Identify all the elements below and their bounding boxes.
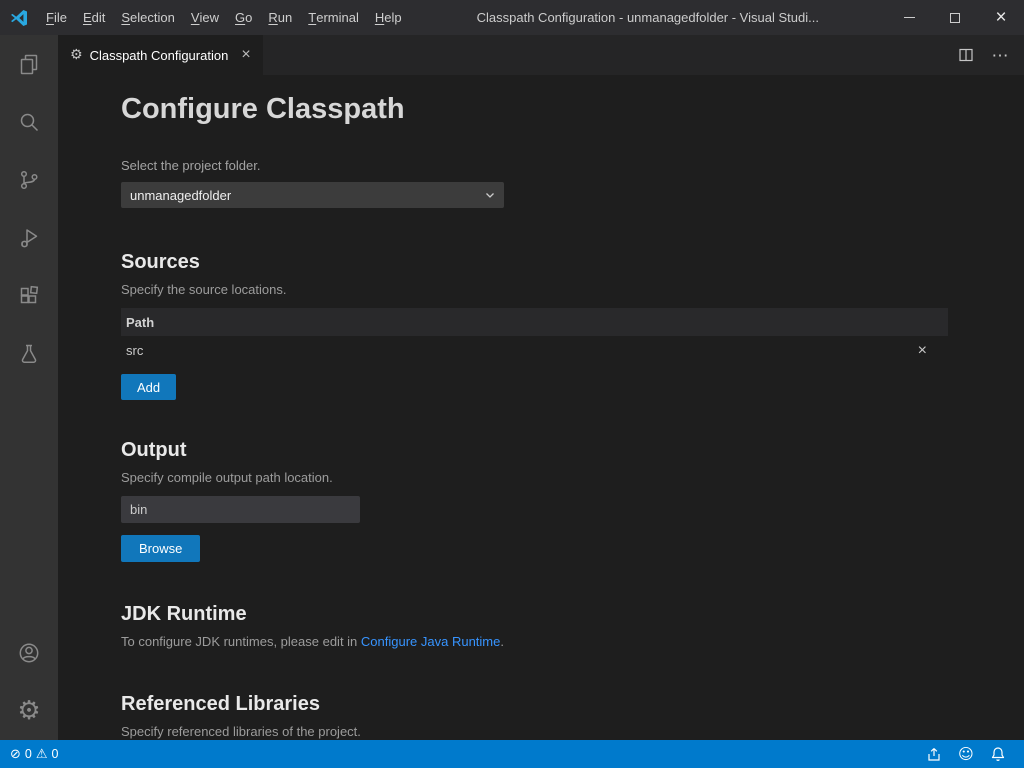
path-column-header: Path (126, 315, 154, 330)
menu-run[interactable]: Run (260, 0, 300, 35)
menu-view[interactable]: View (183, 0, 227, 35)
menu-go[interactable]: Go (227, 0, 260, 35)
sources-heading: Sources (121, 250, 964, 274)
window-controls: × (886, 0, 1024, 35)
vscode-window: File Edit Selection View Go Run Terminal… (0, 0, 1024, 768)
source-control-icon (17, 168, 41, 192)
tab-label: Classpath Configuration (90, 48, 229, 63)
activity-bar-bottom: ⚙ (0, 624, 58, 740)
remove-source-icon[interactable]: × (918, 343, 927, 359)
project-folder-select[interactable]: unmanagedfolder (121, 182, 504, 208)
source-control-button[interactable] (0, 151, 58, 209)
maximize-icon (950, 13, 960, 23)
source-path-value: src (126, 343, 143, 358)
feedback-button[interactable]: ☺ (950, 740, 982, 768)
output-description: Specify compile output path location. (121, 470, 964, 486)
jdk-text-after: . (500, 634, 504, 649)
error-count: 0 (25, 747, 32, 761)
more-actions-icon: ⋯ (992, 47, 1009, 64)
split-editor-icon (958, 47, 974, 63)
problems-status[interactable]: ⊘ 0 ⚠ 0 (4, 740, 64, 768)
classpath-configuration-view: Configure Classpath Select the project f… (58, 75, 1024, 740)
window-close-icon: × (995, 8, 1006, 27)
sources-table-header: Path (121, 308, 948, 336)
close-window-button[interactable]: × (978, 0, 1024, 35)
account-button[interactable] (0, 624, 58, 682)
account-icon (17, 641, 41, 665)
sources-table: Path src × (121, 308, 948, 365)
referenced-libraries-section: Referenced Libraries Specify referenced … (121, 692, 964, 740)
vscode-logo-icon (0, 8, 38, 28)
run-debug-button[interactable] (0, 209, 58, 267)
referenced-libraries-heading: Referenced Libraries (121, 692, 964, 716)
classpath-tab-icon: ⚙ (70, 48, 83, 62)
sources-section: Sources Specify the source locations. Pa… (121, 250, 964, 400)
run-debug-icon (17, 226, 41, 250)
extensions-button[interactable] (0, 267, 58, 325)
referenced-libraries-description: Specify referenced libraries of the proj… (121, 724, 964, 740)
output-path-input[interactable] (121, 496, 360, 523)
explorer-button[interactable] (0, 35, 58, 93)
source-row[interactable]: src × (121, 336, 948, 365)
search-button[interactable] (0, 93, 58, 151)
output-heading: Output (121, 438, 964, 462)
title-bar: File Edit Selection View Go Run Terminal… (0, 0, 1024, 35)
minimize-button[interactable] (886, 0, 932, 35)
jdk-runtime-section: JDK Runtime To configure JDK runtimes, p… (121, 602, 964, 650)
status-bar: ⊘ 0 ⚠ 0 ☺ (0, 740, 1024, 768)
project-folder-label: Select the project folder. (121, 158, 964, 174)
editor-actions: ⋯ (954, 35, 1024, 75)
share-button[interactable] (918, 740, 950, 768)
explorer-icon (17, 52, 41, 76)
project-folder-value: unmanagedfolder (130, 188, 231, 203)
output-section: Output Specify compile output path locat… (121, 438, 964, 562)
extensions-icon (17, 284, 41, 308)
gear-icon: ⚙ (17, 698, 40, 724)
menu-file[interactable]: File (38, 0, 75, 35)
sources-description: Specify the source locations. (121, 282, 964, 298)
tab-bar: ⚙ Classpath Configuration × ⋯ (58, 35, 1024, 75)
chevron-down-icon (484, 189, 496, 201)
menu-bar: File Edit Selection View Go Run Terminal… (38, 0, 410, 35)
browse-button[interactable]: Browse (121, 535, 200, 562)
configure-java-runtime-link[interactable]: Configure Java Runtime (361, 634, 500, 649)
warning-icon: ⚠ (36, 748, 48, 761)
menu-terminal[interactable]: Terminal (300, 0, 367, 35)
share-icon (926, 746, 942, 762)
page-title: Configure Classpath (121, 92, 964, 126)
maximize-button[interactable] (932, 0, 978, 35)
menu-edit[interactable]: Edit (75, 0, 113, 35)
menu-help[interactable]: Help (367, 0, 410, 35)
window-title: Classpath Configuration - unmanagedfolde… (410, 10, 886, 25)
feedback-smiley-icon: ☺ (958, 747, 974, 762)
jdk-runtime-heading: JDK Runtime (121, 602, 964, 626)
search-icon (17, 110, 41, 134)
activity-bar-top (0, 35, 58, 383)
bell-icon (990, 746, 1006, 762)
jdk-runtime-text: To configure JDK runtimes, please edit i… (121, 634, 964, 650)
settings-button[interactable]: ⚙ (0, 682, 58, 740)
tab-classpath-configuration[interactable]: ⚙ Classpath Configuration × (58, 35, 263, 75)
testing-icon (17, 342, 41, 366)
minimize-icon (904, 17, 915, 18)
menu-selection[interactable]: Selection (113, 0, 182, 35)
tab-close-icon[interactable]: × (241, 47, 250, 63)
add-source-button[interactable]: Add (121, 374, 176, 400)
notifications-button[interactable] (982, 740, 1014, 768)
testing-button[interactable] (0, 325, 58, 383)
jdk-text-before: To configure JDK runtimes, please edit i… (121, 634, 361, 649)
activity-bar: ⚙ (0, 35, 58, 740)
warning-count: 0 (52, 747, 59, 761)
more-actions-button[interactable]: ⋯ (988, 43, 1012, 67)
split-editor-button[interactable] (954, 43, 978, 67)
error-icon: ⊘ (10, 748, 21, 761)
